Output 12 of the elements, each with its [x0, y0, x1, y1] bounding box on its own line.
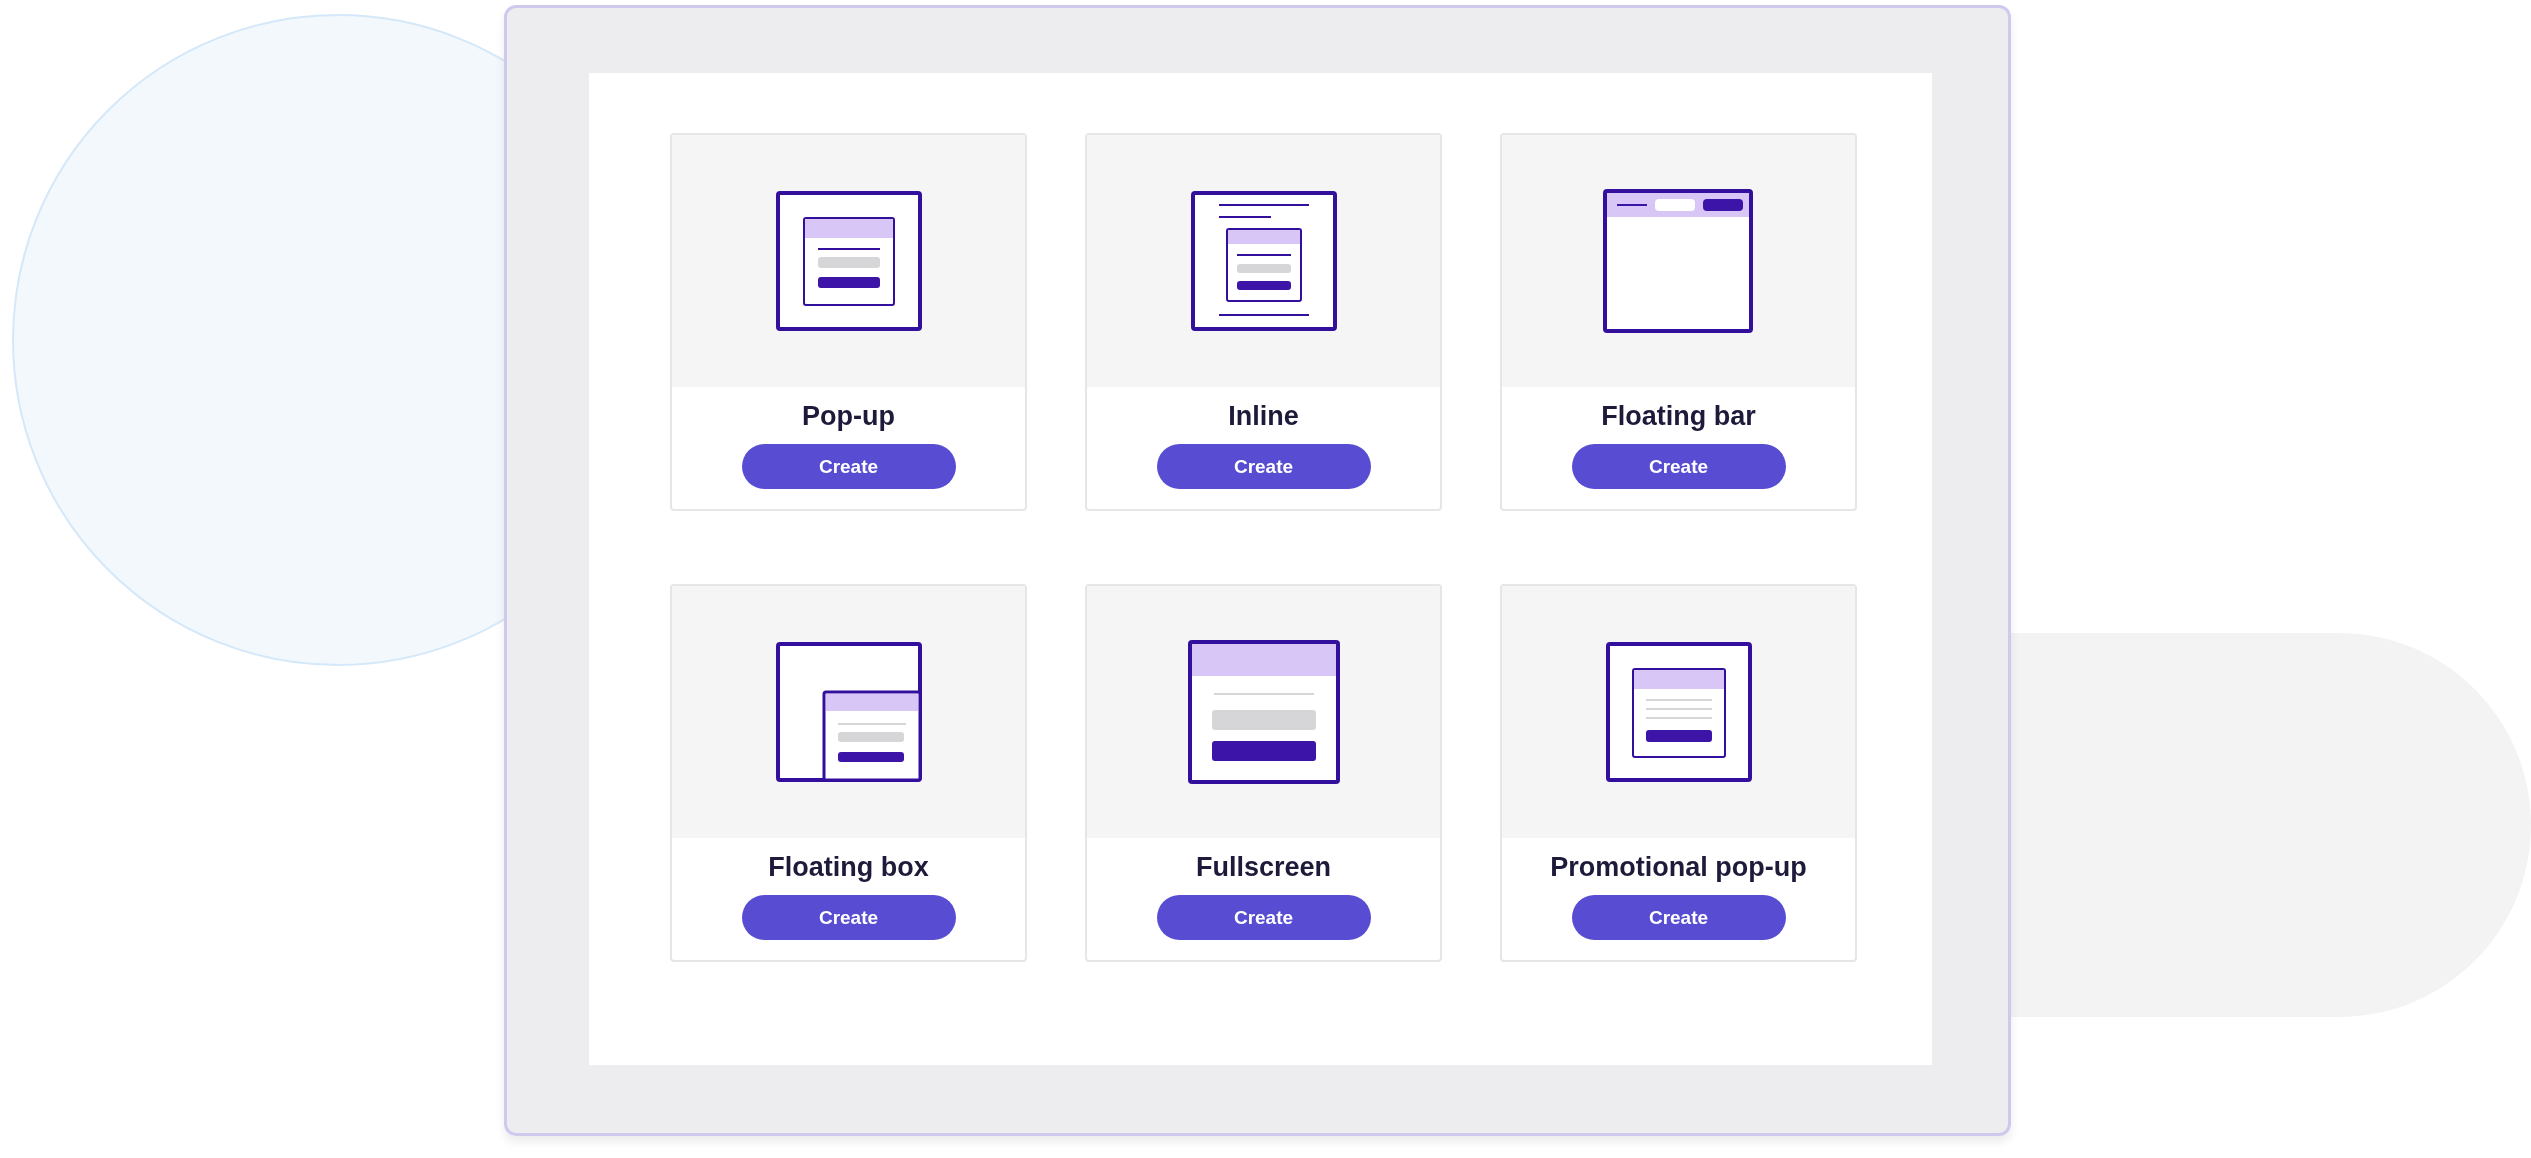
create-button[interactable]: Create: [1156, 895, 1371, 940]
card-title: Floating box: [768, 852, 929, 883]
create-button[interactable]: Create: [1571, 895, 1786, 940]
create-button[interactable]: Create: [741, 895, 956, 940]
card-title: Floating bar: [1601, 401, 1756, 432]
create-button[interactable]: Create: [741, 444, 956, 489]
card-title: Inline: [1228, 401, 1299, 432]
card-title: Promotional pop-up: [1550, 852, 1807, 883]
create-button[interactable]: Create: [1156, 444, 1371, 489]
create-button[interactable]: Create: [1571, 444, 1786, 489]
card-title: Fullscreen: [1195, 852, 1332, 883]
card-title: Pop-up: [802, 401, 895, 432]
